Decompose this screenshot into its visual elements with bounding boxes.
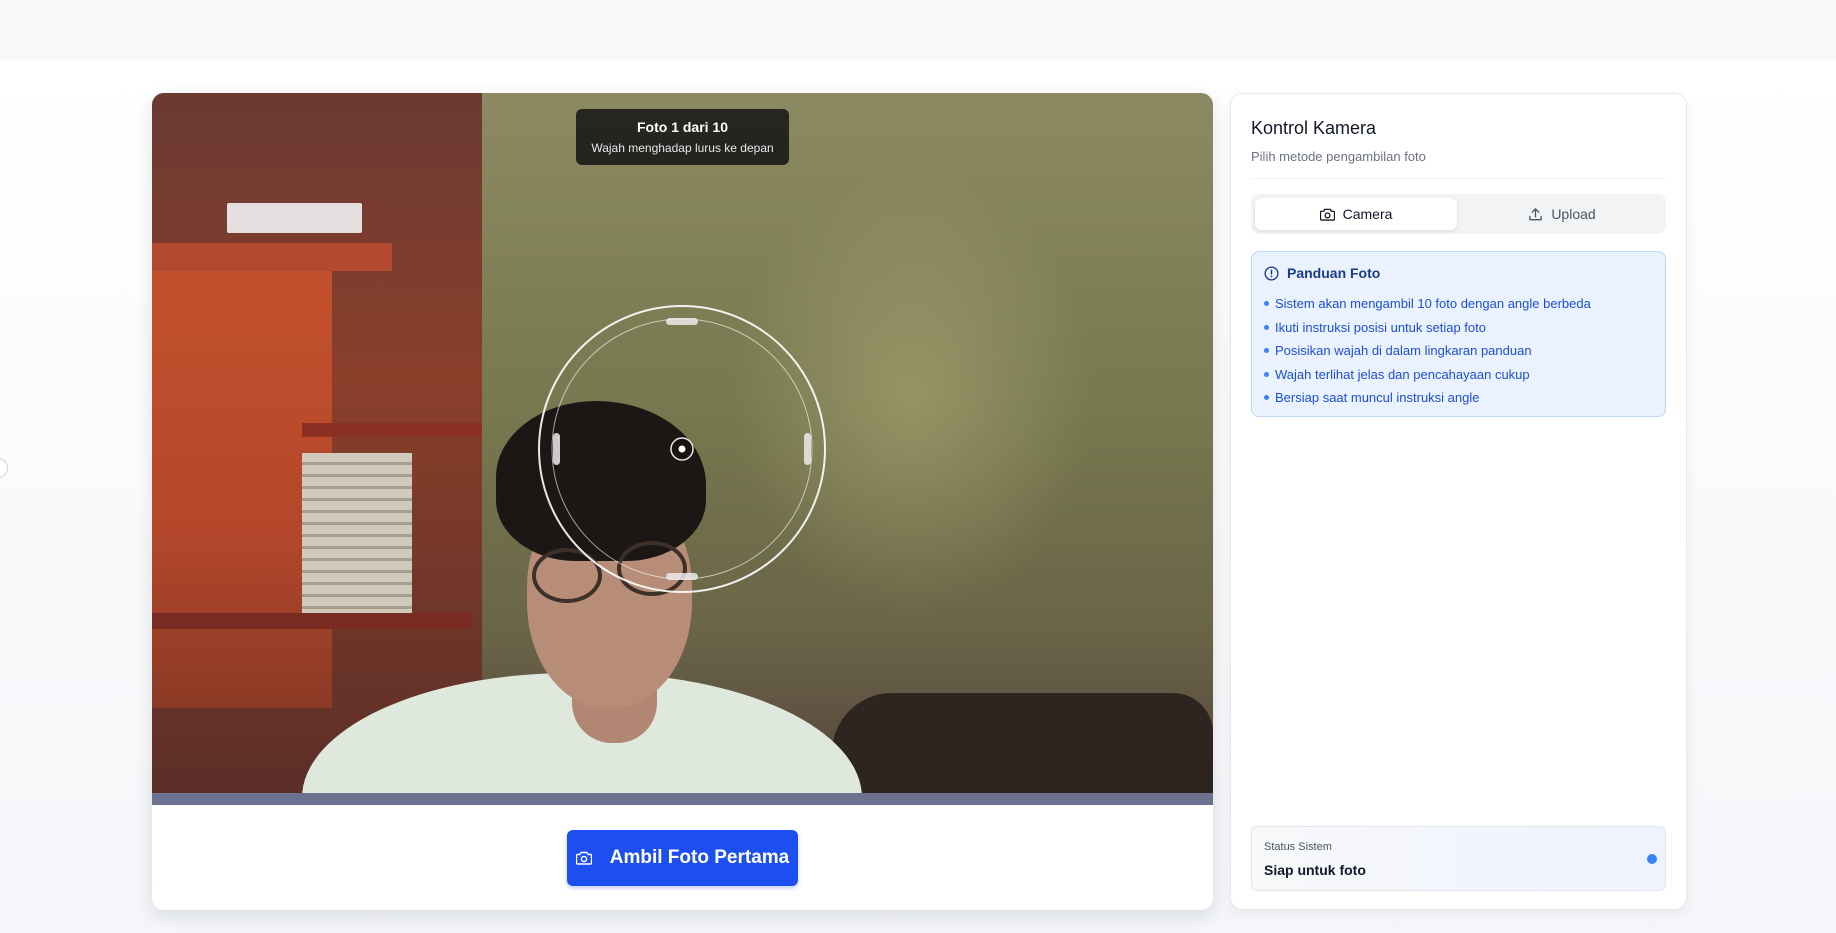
info-icon: [1264, 265, 1279, 281]
photo-guide-box: Panduan Foto Sistem akan mengambil 10 fo…: [1251, 251, 1666, 417]
guide-marker-right: [804, 433, 811, 465]
camera-icon: [1319, 208, 1335, 221]
guide-item-text: Ikuti instruksi posisi untuk setiap foto: [1275, 319, 1486, 335]
panel-divider: [1251, 178, 1666, 179]
face-guide-overlay: [538, 305, 826, 593]
list-item: Ikuti instruksi posisi untuk setiap foto: [1264, 316, 1591, 340]
guide-marker-bottom: [666, 573, 698, 580]
photo-guide-header: Panduan Foto: [1264, 265, 1380, 281]
bullet-dot: [1264, 324, 1269, 330]
camera-icon: [575, 851, 592, 865]
guide-center-dot: [678, 445, 686, 453]
camera-control-panel: Kontrol Kamera Pilih metode pengambilan …: [1230, 93, 1687, 910]
bullet-dot: [1264, 395, 1269, 401]
capture-method-tabs: Camera Upload: [1251, 194, 1666, 234]
tab-upload-label: Upload: [1551, 206, 1596, 222]
bullet-dot: [1264, 348, 1269, 354]
guide-item-text: Posisikan wajah di dalam lingkaran pandu…: [1275, 343, 1532, 359]
guide-marker-left: [553, 433, 560, 465]
guide-item-text: Bersiap saat muncul instruksi angle: [1275, 390, 1480, 406]
capture-bar: Ambil Foto Pertama: [152, 805, 1213, 910]
list-item: Wajah terlihat jelas dan pencahayaan cuk…: [1264, 363, 1591, 387]
bullet-dot: [1264, 301, 1269, 307]
tab-upload[interactable]: Upload: [1461, 198, 1663, 230]
capture-photo-label: Ambil Foto Pertama: [609, 847, 790, 868]
guide-item-text: Sistem akan mengambil 10 foto dengan ang…: [1275, 296, 1591, 312]
photo-progress-badge: Foto 1 dari 10 Wajah menghadap lurus ke …: [576, 109, 789, 165]
photo-counter: Foto 1 dari 10: [636, 119, 729, 135]
system-status: Status Sistem Siap untuk foto: [1251, 826, 1666, 891]
upload-icon: [1529, 207, 1543, 220]
list-item: Posisikan wajah di dalam lingkaran pandu…: [1264, 339, 1591, 363]
panel-title: Kontrol Kamera: [1251, 118, 1377, 138]
system-status-value: Siap untuk foto: [1264, 862, 1366, 878]
panel-subtitle: Pilih metode pengambilan foto: [1251, 149, 1426, 164]
top-band: [0, 0, 1836, 60]
tab-camera-label: Camera: [1342, 206, 1393, 222]
guide-item-text: Wajah terlihat jelas dan pencahayaan cuk…: [1275, 366, 1530, 382]
camera-panel: Foto 1 dari 10 Wajah menghadap lurus ke …: [152, 93, 1213, 910]
photo-guide-list: Sistem akan mengambil 10 foto dengan ang…: [1264, 292, 1591, 410]
camera-preview: Foto 1 dari 10 Wajah menghadap lurus ke …: [152, 93, 1213, 805]
list-item: Sistem akan mengambil 10 foto dengan ang…: [1264, 292, 1591, 316]
list-item: Bersiap saat muncul instruksi angle: [1264, 386, 1591, 410]
status-indicator: [1647, 854, 1657, 864]
photo-guide-title: Panduan Foto: [1287, 265, 1381, 281]
guide-marker-top: [666, 318, 698, 325]
sidebar-toggle-handle[interactable]: [0, 458, 8, 478]
tab-camera[interactable]: Camera: [1255, 198, 1457, 230]
pose-instruction: Wajah menghadap lurus ke depan: [591, 141, 774, 155]
system-status-label: Status Sistem: [1264, 841, 1332, 853]
capture-photo-button[interactable]: Ambil Foto Pertama: [567, 830, 798, 886]
bullet-dot: [1264, 371, 1269, 377]
